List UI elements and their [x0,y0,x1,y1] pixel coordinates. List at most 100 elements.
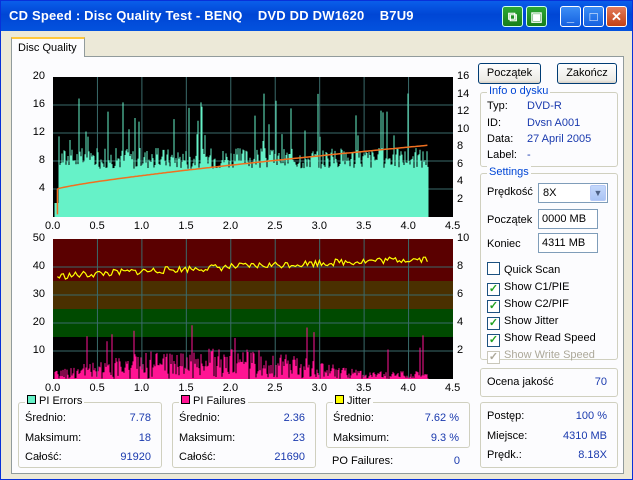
y-left-tick-label: 10 [32,344,45,356]
pi-failures-total-label: Całość: [179,451,216,463]
x-tick-label: 2.0 [222,382,239,394]
y-right-tick-label: 8 [457,260,464,272]
y-left-tick-label: 4 [38,182,45,194]
pi-errors-max: 18 [138,432,151,444]
x-tick-label: 3.0 [311,220,327,232]
pi-failures-legend-icon [181,395,190,404]
y-right-tick-label: 10 [457,232,470,244]
y-right-tick-label: 4 [457,316,464,328]
y-left-tick-label: 20 [32,316,45,328]
pi-errors-title-text: PI Errors [39,395,83,407]
show-read-speed-checkbox[interactable]: ✓ Show Read Speed [487,332,596,347]
start-pos-input[interactable]: 0000 MB [538,209,598,229]
show-c2-label: Show C2/PIF [504,298,569,310]
show-jitter-label: Show Jitter [504,315,559,327]
date-label: Data: [487,133,514,145]
pi-failures-title-text: PI Failures [193,395,246,407]
copy-icon[interactable]: ⧉ [502,6,523,27]
title-bar[interactable]: CD Speed : Disc Quality Test - BENQ DVD … [1,1,632,31]
show-c1-checkbox[interactable]: ✓ Show C1/PIE [487,281,569,296]
pi-failures-title: PI Failures [179,395,248,407]
type-label: Typ: [487,100,508,112]
y-right-tick-label: 4 [457,175,464,187]
save-icon[interactable]: ▣ [526,6,547,27]
y-right-tick-label: 14 [457,87,470,100]
x-tick-label: 1.5 [178,220,194,232]
pi-failures-stats: PI Failures Średnio: 2.36 Maksimum: 23 C… [172,395,316,468]
y-left-tick-label: 30 [32,288,45,300]
show-write-speed-checkbox: ✓ Show Write Speed [487,349,595,364]
checkmark-icon[interactable]: ✓ [487,317,500,330]
pi-failures-max-label: Maksimum: [179,432,236,444]
checkbox-box[interactable] [487,262,500,275]
x-tick-label: 0.5 [89,220,105,232]
x-tick-label: 2.5 [267,220,283,232]
position-label: Miejsce: [487,430,528,442]
disc-info-title: Info o dysku [487,85,551,97]
x-tick-label: 2.0 [222,220,239,232]
quality-value: 70 [594,376,607,388]
y-left-tick-label: 40 [32,260,45,272]
checkmark-icon[interactable]: ✓ [487,334,500,347]
pi-errors-max-label: Maksimum: [25,432,82,444]
speed-select[interactable]: 8X ▼ [538,183,608,203]
x-tick-label: 3.5 [356,220,372,232]
read-speed-label: Prędk.: [487,449,522,461]
main-window: CD Speed : Disc Quality Test - BENQ DVD … [0,0,633,480]
pi-errors-chart [53,77,453,217]
window-title: CD Speed : Disc Quality Test - BENQ DVD … [9,8,414,23]
y-right-tick-label: 6 [457,288,464,300]
po-failures-value: 0 [453,455,460,467]
pi-errors-avg: 7.78 [129,412,151,424]
x-tick-label: 0.0 [45,382,61,394]
pi-failures-total: 21690 [274,451,305,463]
checkmark-icon[interactable]: ✓ [487,300,500,313]
x-tick-label: 3.5 [356,382,372,394]
id-value: Dvsn A001 [527,117,581,129]
jitter-title-text: Jitter [347,395,371,407]
pi-errors-total-label: Całość: [25,451,62,463]
quick-scan-checkbox[interactable]: Quick Scan [487,262,560,276]
end-pos-label: Koniec [487,238,521,250]
y-right-tick-label: 2 [457,192,464,205]
x-tick-label: 0.5 [89,382,105,394]
maximize-button[interactable]: □ [583,6,604,27]
show-c2-checkbox[interactable]: ✓ Show C2/PIF [487,298,569,313]
pi-errors-total: 91920 [120,451,151,463]
progress-label: Postęp: [487,410,525,422]
chevron-down-icon[interactable]: ▼ [590,185,606,201]
y-right-tick-label: 12 [457,105,470,117]
start-button[interactable]: Początek [478,63,541,84]
disc-info-group: Info o dysku Typ: DVD-R ID: Dvsn A001 Da… [480,85,618,167]
x-tick-label: 1.5 [178,382,194,394]
end-pos-input[interactable]: 4311 MB [538,233,598,253]
y-right-tick-label: 8 [457,140,464,152]
y-left-tick-label: 12 [32,126,45,138]
show-jitter-checkbox[interactable]: ✓ Show Jitter [487,315,558,330]
close-button[interactable]: ✕ [606,6,627,27]
show-write-speed-label: Show Write Speed [504,349,595,361]
x-tick-label: 4.0 [400,220,416,232]
x-tick-label: 0.0 [45,220,61,232]
disc-label-label: Label: [487,149,517,161]
pi-errors-avg-label: Średnio: [25,412,66,424]
y-left-tick-label: 20 [32,70,45,82]
y-right-tick-label: 10 [457,122,470,135]
pi-failures-max: 23 [292,432,305,444]
speed-label: Prędkość [487,186,533,198]
checkmark-icon[interactable]: ✓ [487,283,500,296]
jitter-title: Jitter [333,395,373,407]
pi-failures-chart [53,239,453,379]
stop-button[interactable]: Zakończ [557,63,617,84]
position-value: 4310 MB [562,430,607,442]
minimize-button[interactable]: _ [560,6,581,27]
read-speed-value: 8.18X [578,449,607,461]
type-value: DVD-R [527,100,562,112]
x-tick-label: 2.5 [267,382,283,394]
quality-box: Ocena jakość 70 [480,368,618,397]
tab-disc-quality[interactable]: Disc Quality [11,37,85,57]
pi-errors-legend-icon [27,395,36,404]
progress-value: 100 % [575,410,607,422]
speed-select-value: 8X [543,187,557,199]
x-tick-label: 1.0 [133,220,150,232]
